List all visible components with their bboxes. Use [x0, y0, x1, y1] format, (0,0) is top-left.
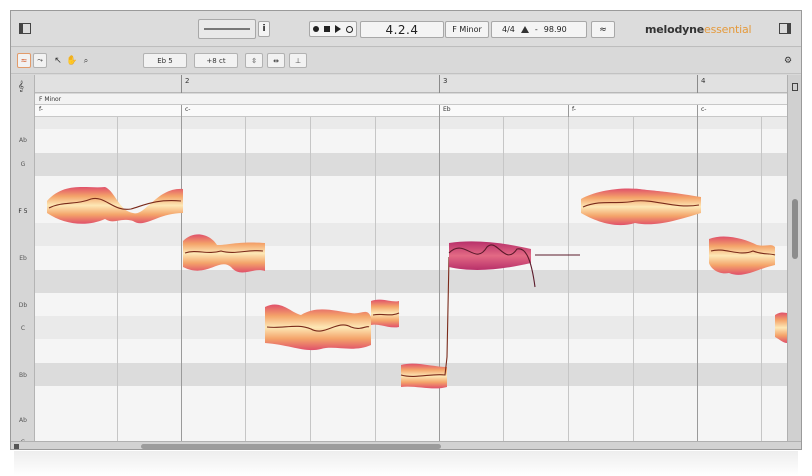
treble-clef-icon: 𝄞	[18, 81, 24, 92]
chord-divider	[697, 105, 698, 117]
note-blob	[581, 188, 701, 226]
top-bar: i 4.2.4 F Minor 4/4 - 98.90 ≈ melodynees…	[11, 11, 801, 47]
timing-snap-icon: ⇹	[273, 56, 279, 65]
pitch-tool-icon: ≈	[20, 56, 28, 65]
main-tool-button[interactable]: ≈	[17, 53, 31, 68]
settings-button[interactable]: ⚙	[781, 53, 795, 68]
chord-divider	[181, 105, 182, 117]
pitch-field[interactable]: Eb 5	[143, 53, 187, 68]
zoom-tool-button[interactable]: ⌕	[81, 53, 91, 68]
key-display[interactable]: F Minor	[445, 21, 489, 38]
timing-snap-button[interactable]: ⇹	[267, 53, 285, 68]
note-blob	[775, 312, 787, 343]
play-icon[interactable]	[335, 25, 342, 33]
pitch-modulation-icon: ⤳	[37, 56, 43, 64]
pitch-modulation-tool-button[interactable]: ⤳	[33, 53, 47, 68]
bar-number: 2	[185, 77, 190, 85]
chord-label: f-	[39, 106, 43, 113]
pitch-label: G	[20, 161, 26, 168]
tool-bar: ≈ ⤳ ↖ ✋ ⌕ Eb 5 +8 ct ⇳ ⇹ ⊥ ⚙	[11, 48, 801, 74]
pitch-label: Bb	[19, 372, 27, 379]
chord-track: f- c- Eb f- c-	[35, 105, 787, 117]
note-blob	[183, 234, 265, 273]
bar-tick	[181, 75, 182, 93]
bar-ruler[interactable]: 2 3 4	[35, 75, 787, 93]
stop-icon[interactable]	[323, 26, 330, 32]
note-blob	[371, 299, 399, 328]
chord-divider	[568, 105, 569, 117]
app-logo: melodyneessential	[645, 23, 752, 36]
tempo-section: 4/4 - 98.90	[491, 21, 587, 38]
pitch-label: Eb	[19, 255, 27, 262]
loop-icon[interactable]	[346, 25, 354, 33]
magnifier-icon: ⌕	[83, 55, 89, 65]
metronome-icon[interactable]	[520, 26, 529, 33]
chord-label: Eb	[443, 106, 451, 113]
pitch-label: Ab	[19, 137, 27, 144]
scale-label: F Minor	[35, 94, 787, 105]
pitch-label: Db	[18, 302, 28, 309]
inspector-toggle-icon[interactable]	[779, 23, 791, 34]
cents-field[interactable]: +8 ct	[194, 53, 238, 68]
time-signature[interactable]: 4/4	[502, 25, 515, 34]
horizontal-scrollbar[interactable]	[11, 441, 801, 449]
chord-label: c-	[701, 106, 707, 113]
horizontal-scroll-thumb[interactable]	[141, 444, 441, 449]
record-icon[interactable]	[312, 26, 319, 32]
bar-number: 3	[443, 77, 448, 85]
overview-toggle-icon[interactable]	[14, 444, 19, 449]
transport-controls	[309, 21, 357, 37]
bar-number: 4	[701, 77, 706, 85]
waveform-icon: ≈	[599, 24, 607, 35]
level-meter	[198, 19, 256, 39]
sidebar-toggle-icon[interactable]	[19, 23, 31, 34]
scale-snap-icon: ⊥	[294, 56, 302, 65]
pitch-curve	[400, 256, 450, 377]
gear-icon: ⚙	[783, 55, 793, 66]
pointer-tool-button[interactable]: ↖	[53, 53, 63, 68]
chord-divider	[439, 105, 440, 117]
window-reflection	[14, 451, 798, 476]
note-blob	[47, 187, 183, 224]
vertical-scrollbar[interactable]	[787, 75, 801, 441]
pointer-icon: ↖	[54, 55, 62, 66]
pitch-ruler[interactable]: 𝄞 Ab G F 5 Eb Db C Bb Ab G	[11, 75, 35, 446]
info-button[interactable]: i	[258, 21, 270, 37]
position-display[interactable]: 4.2.4	[360, 21, 444, 38]
pitch-ruler-toggle-icon[interactable]	[792, 83, 798, 91]
tempo-detect-button[interactable]: ≈	[591, 21, 615, 38]
minus-icon[interactable]: -	[535, 25, 538, 34]
tempo-value[interactable]: 98.90	[544, 25, 567, 34]
pitch-label: C	[20, 325, 26, 332]
chord-label: c-	[185, 106, 191, 113]
scale-snap-button[interactable]: ⊥	[289, 53, 307, 68]
melodyne-window: i 4.2.4 F Minor 4/4 - 98.90 ≈ melodynees…	[10, 10, 802, 450]
bar-tick	[439, 75, 440, 93]
chord-label: f-	[572, 106, 576, 113]
pitch-label: Ab	[19, 417, 27, 424]
scroll-tool-button[interactable]: ✋	[66, 53, 78, 68]
pitch-label: F 5	[18, 208, 28, 215]
hand-icon: ✋	[66, 55, 78, 66]
pitch-snap-button[interactable]: ⇳	[245, 53, 263, 68]
bar-tick	[697, 75, 698, 93]
note-blobs	[47, 187, 787, 389]
note-editor[interactable]	[35, 117, 787, 441]
pitch-snap-icon: ⇳	[251, 56, 257, 65]
note-blob	[709, 236, 775, 275]
vertical-scroll-thumb[interactable]	[792, 199, 798, 259]
